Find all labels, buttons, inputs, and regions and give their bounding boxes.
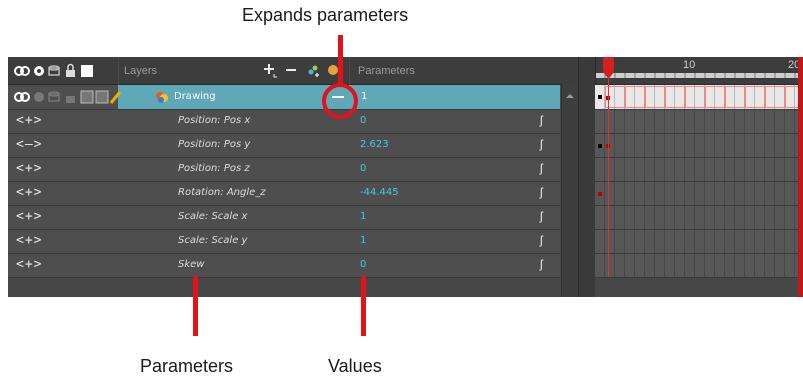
parameter-row[interactable]: <–> Position: Pos y 2.623 ʃ (8, 134, 560, 158)
function-curve-icon[interactable]: ʃ (540, 209, 543, 223)
add-layer-icon[interactable] (262, 62, 278, 78)
timeline-empty-area (595, 278, 803, 297)
function-curve-icon[interactable]: ʃ (540, 137, 543, 151)
parameter-value[interactable]: -44.445 (360, 187, 399, 198)
frame-10-label: 10 (683, 59, 696, 71)
scroll-up-arrow-icon[interactable] (562, 90, 578, 102)
keyframe-marker[interactable] (598, 144, 602, 148)
parameter-name: Scale: Scale x (178, 211, 248, 222)
function-curve-icon[interactable]: ʃ (540, 161, 543, 175)
timeline-row[interactable] (595, 134, 803, 158)
playhead-end-marker (798, 57, 803, 297)
keyframe-nav[interactable]: <+> (16, 161, 42, 176)
playhead-line (608, 77, 609, 277)
empty-layer-area (8, 278, 560, 297)
parameter-name: Position: Pos y (178, 139, 251, 150)
keyframe-nav[interactable]: <+> (16, 257, 42, 272)
function-curve-icon[interactable]: ʃ (540, 233, 543, 247)
layer-value: 1 (361, 91, 368, 102)
vertical-scrollbar[interactable] (561, 84, 578, 297)
function-curve-icon[interactable]: ʃ (540, 185, 543, 199)
parameter-name: Position: Pos x (178, 115, 251, 126)
parameter-value[interactable]: 1 (360, 211, 366, 222)
parameter-row[interactable]: <+> Skew 0 ʃ (8, 254, 560, 278)
parameters-label: Parameters (358, 65, 415, 77)
keyframe-nav[interactable]: <+> (16, 113, 42, 128)
parameter-value[interactable]: 1 (360, 235, 366, 246)
expands-callout-line (338, 35, 343, 85)
frame-ruler-ticks (595, 73, 803, 78)
values-callout: Values (328, 356, 382, 376)
parameter-name: Skew (178, 259, 205, 270)
timeline-row[interactable] (595, 182, 803, 206)
layers-label: Layers (124, 65, 158, 77)
drawing-exposure-cells (598, 86, 803, 108)
parameter-name: Scale: Scale y (178, 235, 248, 246)
layer-toggle-icons[interactable] (14, 89, 122, 105)
drawing-layer-icon (156, 92, 168, 103)
timeline-row[interactable] (595, 254, 803, 278)
keyframe-marker[interactable] (598, 192, 602, 196)
timeline-panel: Layers Parameters 10 20 Drawing 1 <+> Po… (8, 57, 803, 297)
parameter-row[interactable]: <+> Scale: Scale x 1 ʃ (8, 206, 560, 230)
keyframe-nav[interactable]: <+> (16, 233, 42, 248)
timeline-row[interactable] (595, 230, 803, 254)
header-toggle-icons[interactable] (14, 63, 106, 79)
parameter-name: Rotation: Angle_z (178, 187, 266, 198)
function-curve-icon[interactable]: ʃ (540, 257, 543, 271)
add-peg-icon[interactable] (306, 62, 322, 78)
parameter-value[interactable]: 2.623 (360, 139, 389, 150)
keyframe-nav[interactable]: <–> (16, 137, 42, 152)
collapse-button-highlight-circle (322, 83, 358, 119)
keyframe-nav[interactable]: <+> (16, 209, 42, 224)
keyframe-nav[interactable]: <+> (16, 185, 42, 200)
parameter-row[interactable]: <+> Position: Pos z 0 ʃ (8, 158, 560, 182)
timeline-row[interactable] (595, 158, 803, 182)
parameter-value[interactable]: 0 (360, 115, 366, 126)
panel-divider[interactable] (578, 57, 596, 297)
parameter-name: Position: Pos z (178, 163, 250, 174)
function-curve-icon[interactable]: ʃ (540, 113, 543, 127)
timeline-row[interactable] (595, 206, 803, 230)
parameter-row[interactable]: <+> Position: Pos x 0 ʃ (8, 110, 560, 134)
parameters-callout-line (193, 276, 198, 336)
parameter-value[interactable]: 0 (360, 259, 366, 270)
parameters-callout: Parameters (140, 356, 234, 376)
playhead-handle-icon[interactable] (603, 57, 614, 79)
layer-name: Drawing (174, 91, 216, 102)
values-callout-line (361, 276, 366, 336)
parameter-value[interactable]: 0 (360, 163, 366, 174)
delete-layer-icon[interactable] (284, 62, 298, 78)
expands-parameters-callout: Expands parameters (242, 5, 409, 25)
parameter-row[interactable]: <+> Rotation: Angle_z -44.445 ʃ (8, 182, 560, 206)
layer-row-drawing[interactable]: Drawing 1 (8, 85, 560, 110)
timeline-row[interactable] (595, 110, 803, 134)
parameter-row[interactable]: <+> Scale: Scale y 1 ʃ (8, 230, 560, 254)
